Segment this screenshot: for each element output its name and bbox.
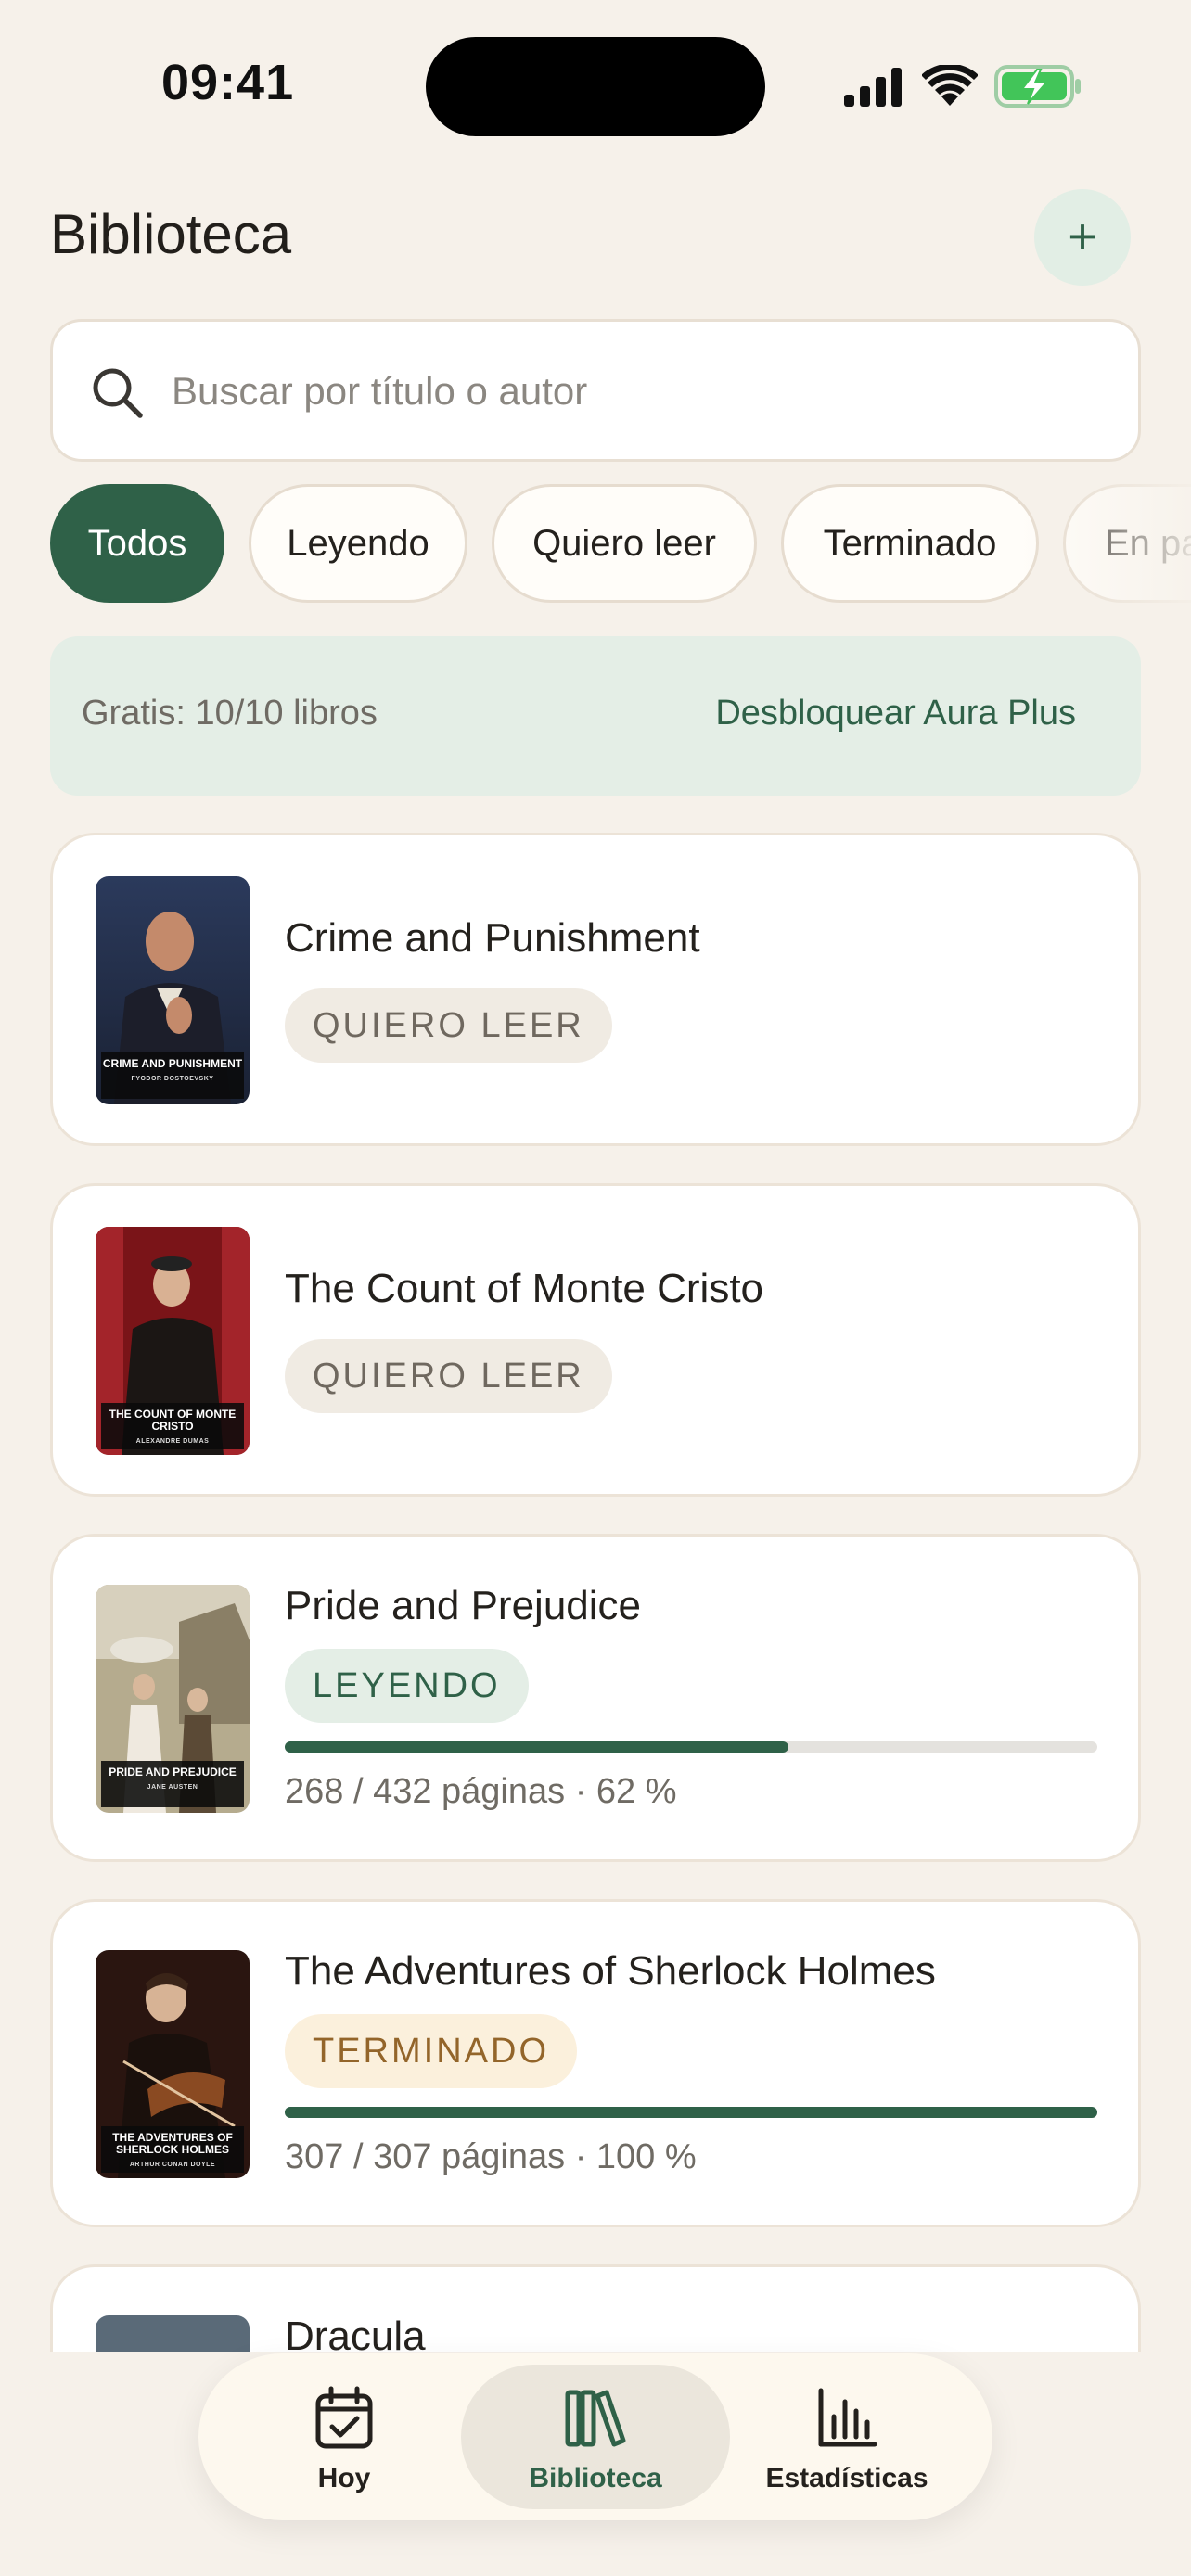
progress-fill <box>285 1741 789 1753</box>
cellular-signal-icon <box>844 68 902 107</box>
tab-estadisticas[interactable]: Estadísticas <box>712 2365 981 2509</box>
search-input[interactable] <box>172 359 1099 424</box>
tab-label: Biblioteca <box>529 2463 662 2493</box>
book-cover: THE ADVENTURES OF SHERLOCK HOLMES ARTHUR… <box>96 1950 250 2178</box>
book-title: The Adventures of Sherlock Holmes <box>285 1948 936 1994</box>
add-book-button[interactable]: + <box>1034 189 1131 286</box>
book-title: Crime and Punishment <box>285 915 700 961</box>
cover-caption: CRIME AND PUNISHMENT FYODOR DOSTOEVSKY <box>101 1052 244 1099</box>
plan-banner: Gratis: 10/10 libros Desbloquear Aura Pl… <box>50 636 1141 796</box>
book-title: Pride and Prejudice <box>285 1583 642 1628</box>
status-badge: QUIERO LEER <box>285 988 612 1063</box>
search-icon <box>93 368 143 418</box>
battery-charging-icon <box>994 65 1081 108</box>
status-bar: 09:41 <box>0 0 1191 167</box>
status-badge: QUIERO LEER <box>285 1339 612 1413</box>
filter-chip-en-pausa[interactable]: En pa <box>1063 484 1191 603</box>
tab-label: Estadísticas <box>765 2463 928 2493</box>
dynamic-island <box>426 37 765 136</box>
progress-bar <box>285 2107 1097 2118</box>
progress-bar <box>285 1741 1097 1753</box>
cover-caption: PRIDE AND PREJUDICE JANE AUSTEN <box>101 1761 244 1807</box>
progress-fill <box>285 2107 1097 2118</box>
cover-caption: THE ADVENTURES OF SHERLOCK HOLMES ARTHUR… <box>101 2126 244 2173</box>
tab-hoy[interactable]: Hoy <box>210 2365 479 2509</box>
page-title: Biblioteca <box>50 203 292 265</box>
tab-biblioteca[interactable]: Biblioteca <box>461 2365 730 2509</box>
book-card[interactable]: CRIME AND PUNISHMENT FYODOR DOSTOEVSKY C… <box>50 833 1141 1146</box>
search-box[interactable] <box>50 319 1141 462</box>
filter-chip-leyendo[interactable]: Leyendo <box>249 484 467 603</box>
filter-chips: Todos Leyendo Quiero leer Terminado En p… <box>0 484 1191 605</box>
filter-chip-todos[interactable]: Todos <box>50 484 224 603</box>
status-badge: TERMINADO <box>285 2014 577 2088</box>
progress-text: 307 / 307 páginas · 100 % <box>285 2137 697 2176</box>
tab-label: Hoy <box>317 2463 371 2493</box>
upgrade-link[interactable]: Desbloquear Aura Plus <box>715 694 1076 733</box>
cover-caption: THE COUNT OF MONTE CRISTO ALEXANDRE DUMA… <box>101 1403 244 1449</box>
wifi-icon <box>922 65 978 106</box>
book-cover: PRIDE AND PREJUDICE JANE AUSTEN <box>96 1585 250 1813</box>
books-icon <box>565 2390 626 2447</box>
plan-status: Gratis: 10/10 libros <box>82 694 378 733</box>
book-cover: CRIME AND PUNISHMENT FYODOR DOSTOEVSKY <box>96 876 250 1104</box>
status-badge: LEYENDO <box>285 1649 529 1723</box>
progress-text: 268 / 432 páginas · 62 % <box>285 1772 677 1811</box>
book-card[interactable]: THE COUNT OF MONTE CRISTO ALEXANDRE DUMA… <box>50 1183 1141 1497</box>
filter-chip-terminado[interactable]: Terminado <box>781 484 1039 603</box>
tab-bar: Hoy Biblioteca Estadísticas <box>198 2353 992 2520</box>
book-title: The Count of Monte Cristo <box>285 1266 764 1311</box>
filter-chip-quiero-leer[interactable]: Quiero leer <box>492 484 757 603</box>
book-card[interactable]: THE ADVENTURES OF SHERLOCK HOLMES ARTHUR… <box>50 1899 1141 2227</box>
status-time: 09:41 <box>161 55 295 110</box>
book-cover: THE COUNT OF MONTE CRISTO ALEXANDRE DUMA… <box>96 1227 250 1455</box>
book-card[interactable]: PRIDE AND PREJUDICE JANE AUSTEN Pride an… <box>50 1534 1141 1862</box>
bar-chart-icon <box>818 2388 877 2447</box>
calendar-check-icon <box>315 2386 373 2449</box>
